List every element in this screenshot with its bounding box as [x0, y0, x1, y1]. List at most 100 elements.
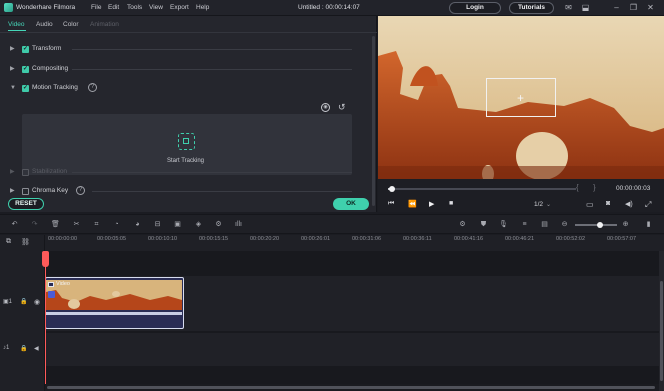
- start-tracking-area[interactable]: Start Tracking: [22, 114, 352, 175]
- horizontal-scrollbar-thumb[interactable]: [47, 386, 655, 389]
- menu-view[interactable]: View: [149, 4, 163, 11]
- microphone-icon[interactable]: 🎙: [499, 220, 508, 229]
- add-track-icon[interactable]: ⧉: [6, 238, 11, 246]
- color-icon[interactable]: ◕: [133, 220, 142, 229]
- mark-in-icon[interactable]: {: [576, 183, 579, 192]
- section-divider: [92, 191, 352, 192]
- lock-icon[interactable]: 🔒: [20, 345, 27, 352]
- reset-tracking-icon[interactable]: ↺: [338, 102, 346, 113]
- ok-button[interactable]: OK: [333, 198, 369, 210]
- tab-audio[interactable]: Audio: [36, 21, 53, 28]
- title-bar: Wonderhare Filmora File Edit Tools View …: [0, 0, 664, 16]
- menu-file[interactable]: File: [91, 4, 101, 11]
- crop-icon[interactable]: ⌗: [92, 220, 101, 229]
- chevron-right-icon[interactable]: ▶: [10, 66, 16, 72]
- audio-wave-icon[interactable]: ıllı: [234, 220, 243, 229]
- volume-icon[interactable]: ◀): [625, 200, 633, 208]
- chevron-down-icon[interactable]: ▼: [10, 85, 16, 91]
- section-motion-tracking-label: Motion Tracking: [32, 84, 78, 91]
- menu-edit[interactable]: Edit: [108, 4, 119, 11]
- timeline-vertical-scrollbar[interactable]: [659, 251, 664, 391]
- tracking-box[interactable]: +: [486, 78, 556, 117]
- ruler-tick: 00:00:57:07: [607, 236, 637, 242]
- audio-track-lane[interactable]: [45, 333, 659, 366]
- skip-back-icon[interactable]: ⏮: [388, 200, 394, 208]
- chroma-key-checkbox[interactable]: [22, 188, 29, 195]
- timeline-toolbar: ↶ ↷ 🗑 ✂ ⌗ ◔ ◕ ⊟ ▣ ◈ ⚙ ıllı ⚙ ⛊ 🎙 ≡ ▤ ⊖ ⊕…: [0, 214, 664, 234]
- preview-timecode: 00:00:00:03: [616, 185, 651, 192]
- split-audio-icon[interactable]: ⚙: [214, 220, 223, 229]
- ruler-tick: 00:00:15:15: [199, 236, 229, 242]
- motion-tracking-checkbox[interactable]: ✓: [22, 85, 29, 92]
- zoom-slider-knob[interactable]: [597, 222, 603, 228]
- chevron-right-icon[interactable]: ▶: [10, 46, 16, 52]
- mark-out-icon[interactable]: }: [593, 183, 596, 192]
- transform-checkbox[interactable]: ✓: [22, 46, 29, 53]
- close-icon[interactable]: ✕: [646, 3, 655, 12]
- delete-icon[interactable]: 🗑: [51, 220, 60, 229]
- menu-export[interactable]: Export: [170, 4, 189, 11]
- maximize-icon[interactable]: ❐: [629, 3, 638, 12]
- lock-icon[interactable]: 🔒: [20, 298, 27, 305]
- zoom-out-icon[interactable]: ⊖: [560, 220, 569, 229]
- login-button[interactable]: Login: [449, 2, 501, 14]
- play-icon[interactable]: ▶: [429, 200, 434, 208]
- tab-color[interactable]: Color: [63, 21, 79, 28]
- video-clip[interactable]: Video: [45, 277, 184, 329]
- fullscreen-icon[interactable]: ⤢: [645, 200, 651, 210]
- chevron-right-icon[interactable]: ▶: [10, 188, 16, 194]
- step-back-icon[interactable]: ⏪: [408, 200, 417, 208]
- redo-icon[interactable]: ↷: [30, 220, 39, 229]
- preview-progress-knob[interactable]: [388, 186, 395, 192]
- target-settings-icon[interactable]: ◉: [321, 103, 330, 112]
- link-icon[interactable]: ⛓: [21, 238, 30, 246]
- tutorials-button[interactable]: Tutorials: [509, 2, 554, 14]
- zoom-in-icon[interactable]: ⊕: [621, 220, 630, 229]
- snapshot-icon[interactable]: ◙: [606, 200, 610, 207]
- tab-animation[interactable]: Animation: [90, 21, 119, 28]
- cut-icon[interactable]: ✂: [72, 220, 81, 229]
- save-cloud-icon[interactable]: ⬓: [581, 3, 590, 12]
- voiceover-icon[interactable]: ≡: [520, 220, 529, 229]
- speed-icon[interactable]: ◔: [112, 220, 121, 229]
- section-divider: [72, 49, 352, 50]
- eye-icon[interactable]: ◉: [34, 298, 40, 306]
- stop-icon[interactable]: ■: [449, 200, 453, 207]
- audio-track-icon: ♪1: [3, 345, 10, 351]
- tab-video[interactable]: Video: [8, 21, 25, 28]
- timeline-horizontal-scrollbar[interactable]: [45, 384, 659, 391]
- preview-viewer[interactable]: +: [378, 16, 664, 179]
- menu-tools[interactable]: Tools: [127, 4, 142, 11]
- minimize-icon[interactable]: –: [612, 3, 621, 12]
- ruler-tick: 00:00:36:11: [403, 236, 432, 242]
- marker-icon[interactable]: ⛊: [479, 220, 488, 229]
- mail-icon[interactable]: ✉: [564, 3, 573, 12]
- panel-menu-icon[interactable]: ▮: [644, 220, 653, 229]
- ruler-tick: 00:00:31:06: [352, 236, 382, 242]
- quality-dropdown-icon[interactable]: ⌄: [546, 201, 551, 208]
- keyframe-icon[interactable]: ◈: [194, 220, 203, 229]
- crosshair-icon: +: [517, 91, 525, 105]
- start-tracking-icon[interactable]: [178, 133, 195, 150]
- speaker-icon[interactable]: ◀: [34, 345, 39, 352]
- motion-tracking-badge-icon: [48, 291, 55, 298]
- compositing-checkbox[interactable]: ✓: [22, 66, 29, 73]
- duration-icon[interactable]: ⊟: [153, 220, 162, 229]
- vertical-scrollbar-thumb[interactable]: [660, 281, 663, 381]
- panel-scrollbar[interactable]: [372, 36, 375, 206]
- display-icon[interactable]: ▭: [586, 200, 594, 209]
- document-title: Untitled : 00:00:14:07: [298, 4, 360, 11]
- reset-button[interactable]: RESET: [8, 198, 44, 210]
- subtitle-icon[interactable]: ▤: [540, 220, 549, 229]
- render-icon[interactable]: ⚙: [458, 220, 467, 229]
- zoom-slider[interactable]: [575, 222, 617, 228]
- timeline-ruler[interactable]: 00:00:00:00 00:00:05:05 00:00:10:10 00:0…: [45, 235, 664, 251]
- quality-select[interactable]: 1/2: [534, 201, 543, 208]
- help-icon[interactable]: ?: [88, 83, 97, 92]
- ruler-tick: 00:00:26:01: [301, 236, 331, 242]
- menu-help[interactable]: Help: [196, 4, 209, 11]
- help-icon[interactable]: ?: [76, 186, 85, 195]
- zoom-to-fit-icon[interactable]: ▣: [173, 220, 182, 229]
- preview-progress-track[interactable]: [388, 186, 576, 192]
- undo-icon[interactable]: ↶: [10, 220, 19, 229]
